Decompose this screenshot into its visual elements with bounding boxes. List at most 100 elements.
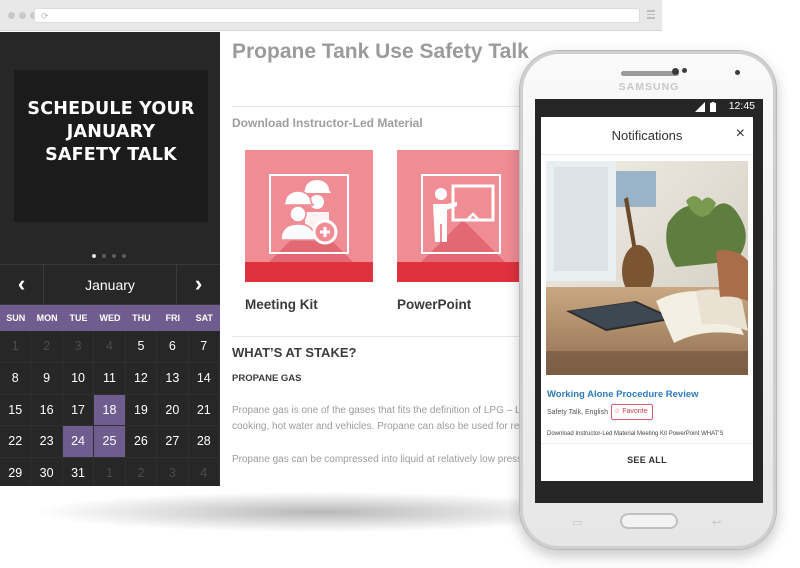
notifications-header: Notifications × bbox=[541, 117, 753, 155]
calendar-day: 3 bbox=[157, 458, 189, 486]
calendar-day-highlighted[interactable]: 25 bbox=[94, 426, 126, 459]
browser-toolbar: ⟳ bbox=[0, 0, 662, 31]
calendar-day[interactable]: 11 bbox=[94, 362, 126, 395]
calendar-day[interactable]: 27 bbox=[157, 426, 189, 459]
calendar-day: 4 bbox=[189, 458, 220, 486]
favorite-label: Favorite bbox=[622, 408, 648, 415]
front-camera-icon bbox=[672, 68, 679, 75]
browser-menu-icon[interactable] bbox=[647, 10, 655, 20]
calendar-day: 2 bbox=[31, 331, 63, 363]
carousel-dots bbox=[92, 254, 126, 258]
calendar-day[interactable]: 26 bbox=[125, 426, 158, 459]
meeting-kit-label[interactable]: Meeting Kit bbox=[245, 297, 318, 312]
next-month-button[interactable]: › bbox=[176, 265, 220, 305]
calendar-day[interactable]: 13 bbox=[157, 362, 189, 395]
sensor-icon bbox=[682, 68, 687, 73]
calendar-day[interactable]: 10 bbox=[62, 362, 95, 395]
floor-shadow bbox=[40, 492, 600, 532]
calendar-day[interactable]: 14 bbox=[188, 362, 220, 395]
prev-month-button[interactable]: ‹ bbox=[0, 265, 44, 305]
see-all-button[interactable]: SEE ALL bbox=[541, 455, 753, 465]
calendar-month: January bbox=[85, 277, 135, 293]
calendar-day[interactable]: 16 bbox=[31, 394, 63, 427]
calendar-day: 1 bbox=[0, 331, 32, 363]
carousel-dot[interactable] bbox=[122, 254, 126, 258]
hero-title: SCHEDULE YOUR JANUARY SAFETY TALK bbox=[27, 99, 195, 165]
calendar-day: 1 bbox=[94, 458, 126, 486]
calendar-day[interactable]: 7 bbox=[188, 331, 220, 363]
desk-reading-photo bbox=[546, 161, 748, 375]
notifications-panel: Notifications × Working Alone Procedure … bbox=[541, 117, 753, 481]
calendar-day[interactable]: 21 bbox=[188, 394, 220, 427]
address-bar[interactable]: ⟳ bbox=[34, 8, 640, 23]
recent-apps-icon[interactable]: ▭ bbox=[572, 516, 582, 529]
calendar-day[interactable]: 17 bbox=[62, 394, 95, 427]
calendar-day[interactable]: 8 bbox=[0, 362, 32, 395]
meeting-kit-workers-icon bbox=[280, 180, 338, 245]
calendar-day: 3 bbox=[62, 331, 95, 363]
meeting-kit-card[interactable] bbox=[245, 150, 373, 282]
window-dot[interactable] bbox=[19, 12, 26, 19]
calendar-grid: 1 2 3 4 5 6 7 8 9 10 11 12 13 14 15 16 17 18 19 20 21 22 23 24 2… bbox=[0, 331, 220, 486]
powerpoint-label[interactable]: PowerPoint bbox=[397, 297, 471, 312]
calendar-day[interactable]: 22 bbox=[0, 426, 32, 459]
earpiece bbox=[621, 71, 679, 76]
calendar-day: 2 bbox=[126, 458, 158, 486]
notification-photo[interactable] bbox=[546, 161, 748, 375]
stage: ⟳ SCHEDULE YOUR JANUARY SAFETY TALK ‹ Ja… bbox=[0, 0, 800, 568]
favorite-button[interactable]: ☆ Favorite bbox=[611, 404, 653, 420]
paragraph-line: cooking, hot water and vehicles. Propane… bbox=[232, 421, 532, 432]
calendar-day-highlighted[interactable]: 24 bbox=[62, 426, 95, 459]
calendar-day[interactable]: 12 bbox=[125, 362, 158, 395]
schedule-panel: SCHEDULE YOUR JANUARY SAFETY TALK ‹ Janu… bbox=[0, 32, 220, 486]
back-icon[interactable]: ↩ bbox=[712, 516, 721, 529]
notification-description: Download Instructor-Led Material Meeting… bbox=[547, 431, 724, 437]
reload-icon[interactable]: ⟳ bbox=[41, 10, 49, 22]
calendar-day[interactable]: 5 bbox=[125, 331, 158, 363]
divider bbox=[232, 336, 532, 337]
notification-title-link[interactable]: Working Alone Procedure Review bbox=[547, 389, 699, 400]
section-heading: WHAT’S AT STAKE? bbox=[232, 345, 357, 360]
divider bbox=[232, 106, 532, 107]
sub-heading: PROPANE GAS bbox=[232, 373, 302, 384]
calendar-day[interactable]: 6 bbox=[157, 331, 189, 363]
notification-meta: Safety Talk, English bbox=[547, 409, 608, 416]
calendar-day[interactable]: 30 bbox=[31, 458, 63, 486]
paragraph-line: Propane gas is one of the gases that fit… bbox=[232, 405, 532, 416]
calendar-day[interactable]: 19 bbox=[125, 394, 158, 427]
weekday-label: SAT bbox=[195, 313, 213, 323]
phone-screen: 12:45 Notifications × Working Alone Proc… bbox=[535, 99, 763, 503]
carousel-dot[interactable] bbox=[112, 254, 116, 258]
calendar-day[interactable]: 15 bbox=[0, 394, 32, 427]
calendar-day-highlighted[interactable]: 18 bbox=[94, 394, 126, 427]
signal-battery-icon bbox=[695, 102, 716, 112]
carousel-dot-active[interactable] bbox=[92, 254, 96, 258]
carousel-dot[interactable] bbox=[102, 254, 106, 258]
calendar-day[interactable]: 31 bbox=[63, 458, 95, 486]
paragraph-line: Propane gas can be compressed into liqui… bbox=[232, 454, 532, 465]
star-icon: ☆ bbox=[614, 408, 621, 415]
weekday-label: FRI bbox=[165, 313, 181, 323]
calendar-day[interactable]: 23 bbox=[31, 426, 63, 459]
home-button[interactable] bbox=[620, 513, 678, 529]
calendar-day[interactable]: 29 bbox=[0, 458, 32, 486]
powerpoint-card[interactable] bbox=[397, 150, 525, 282]
window-dot[interactable] bbox=[8, 12, 15, 19]
calendar-day: 4 bbox=[94, 331, 126, 363]
close-icon[interactable]: × bbox=[736, 125, 745, 143]
weekday-label: TUE bbox=[69, 313, 88, 323]
phone-brand: SAMSUNG bbox=[618, 81, 680, 93]
calendar-day[interactable]: 28 bbox=[188, 426, 220, 459]
status-bar: 12:45 bbox=[535, 99, 763, 114]
calendar-weekdays: SUN MON TUE WED THU FRI SAT bbox=[0, 305, 220, 331]
calendar-day[interactable]: 20 bbox=[157, 394, 189, 427]
calendar-day[interactable]: 9 bbox=[31, 362, 63, 395]
download-heading: Download Instructor-Led Material bbox=[232, 116, 423, 130]
calendar-header: ‹ January › bbox=[0, 264, 220, 305]
phone-device: SAMSUNG 12:45 Notifications × Working Al… bbox=[519, 50, 777, 550]
weekday-label: WED bbox=[99, 313, 121, 323]
sensor-icon bbox=[735, 70, 740, 75]
presentation-board-icon bbox=[433, 184, 495, 242]
divider bbox=[541, 443, 753, 444]
page-title: Propane Tank Use Safety Talk bbox=[232, 40, 529, 63]
